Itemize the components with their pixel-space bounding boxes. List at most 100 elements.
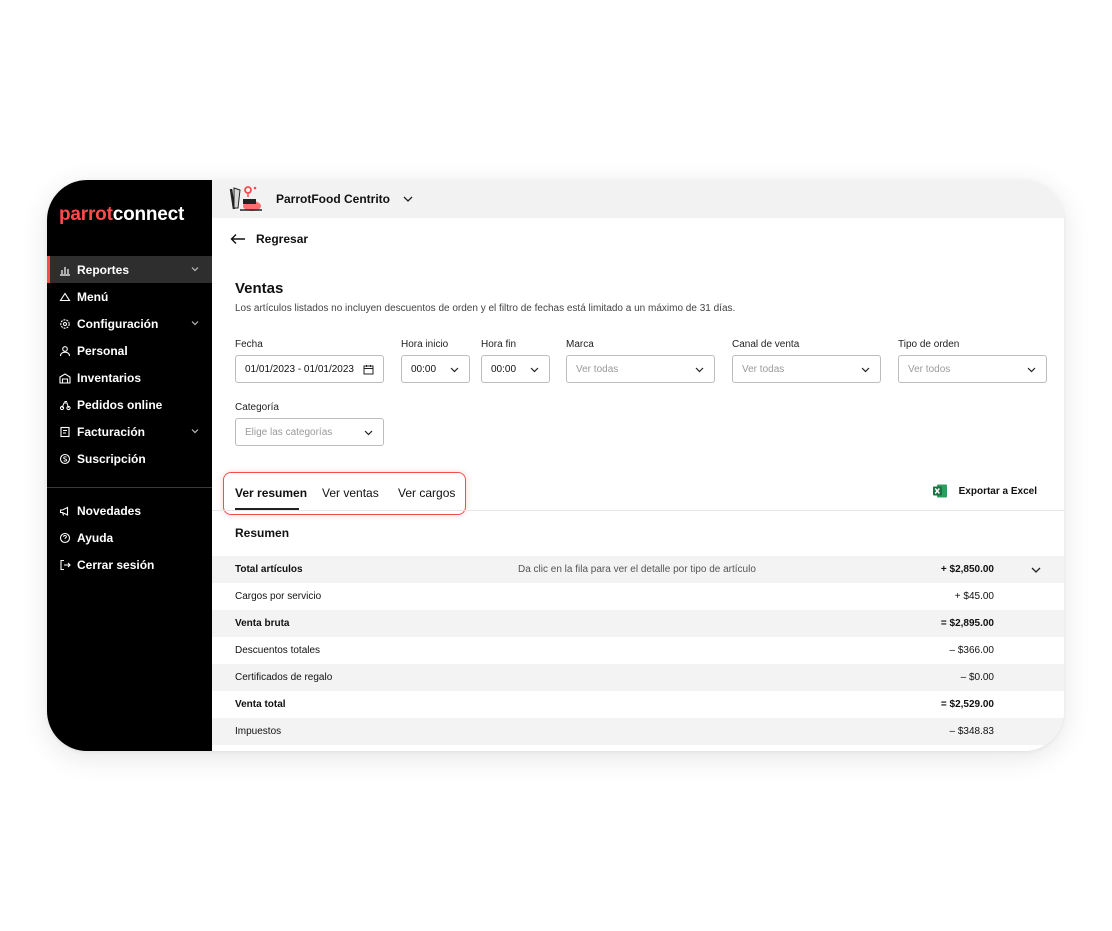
sidebar-item-label: Reportes xyxy=(77,262,130,277)
row-label: Total artículos xyxy=(235,564,303,575)
sidebar-item-ayuda[interactable]: Ayuda xyxy=(47,524,212,551)
hora-fin-label: Hora fin xyxy=(481,339,517,350)
marca-select[interactable]: Ver todas xyxy=(566,355,715,383)
arrow-left-icon xyxy=(230,234,245,244)
megaphone-icon xyxy=(59,505,71,517)
tab-ver-resumen[interactable]: Ver resumen xyxy=(235,486,307,500)
row-value: = $2,529.00 xyxy=(940,699,994,710)
sidebar-item-suscripcion[interactable]: Suscripción xyxy=(47,445,212,472)
row-label: Venta bruta xyxy=(235,618,290,629)
summary-row-impuestos: Impuestos – $348.83 xyxy=(212,718,1064,745)
tipo-orden-placeholder: Ver todos xyxy=(908,363,951,375)
summary-row-cargos-servicio: Cargos por servicio + $45.00 xyxy=(212,583,1064,610)
invoice-icon xyxy=(59,426,71,438)
date-range-picker[interactable]: 01/01/2023 - 01/01/2023 xyxy=(235,355,384,383)
sidebar-item-label: Facturación xyxy=(77,424,146,439)
tab-ver-ventas[interactable]: Ver ventas xyxy=(322,486,379,500)
parrotconnect-logo[interactable]: parrotconnect xyxy=(59,204,184,226)
logo-part-connect: connect xyxy=(112,204,185,225)
chevron-down-icon[interactable] xyxy=(190,426,200,436)
sidebar-item-personal[interactable]: Personal xyxy=(47,337,212,364)
export-excel-button[interactable]: Exportar a Excel xyxy=(932,483,1037,499)
excel-icon xyxy=(932,484,947,498)
hora-inicio-label: Hora inicio xyxy=(401,339,449,350)
sidebar-item-label: Cerrar sesión xyxy=(77,557,155,572)
tipo-orden-label: Tipo de orden xyxy=(898,339,960,350)
sidebar-item-novedades[interactable]: Novedades xyxy=(47,497,212,524)
chevron-down-icon xyxy=(530,367,539,373)
chart-icon xyxy=(59,264,71,276)
row-label: Cargos por servicio xyxy=(235,591,322,602)
hora-fin-select[interactable]: 00:00 xyxy=(481,355,550,383)
chevron-down-icon xyxy=(1027,367,1036,373)
chevron-down-icon xyxy=(364,430,373,436)
logout-icon xyxy=(59,559,71,571)
chevron-down-icon[interactable] xyxy=(1030,564,1042,576)
canal-label: Canal de venta xyxy=(732,339,800,350)
home-icon xyxy=(59,291,71,303)
main-content: ParrotFood Centrito Regresar Ventas Los … xyxy=(212,180,1064,751)
chevron-down-icon[interactable] xyxy=(190,264,200,274)
chevron-down-icon xyxy=(450,367,459,373)
sidebar-nav: Reportes Menú Configuración Personal Inv… xyxy=(47,256,212,472)
row-value: – $0.00 xyxy=(960,672,994,683)
back-button[interactable]: Regresar xyxy=(230,232,308,246)
sidebar-item-inventarios[interactable]: Inventarios xyxy=(47,364,212,391)
calendar-icon xyxy=(363,365,374,375)
store-name[interactable]: ParrotFood Centrito xyxy=(276,192,390,206)
sidebar-item-pedidos-online[interactable]: Pedidos online xyxy=(47,391,212,418)
sidebar-item-label: Inventarios xyxy=(77,370,142,385)
tabs-divider xyxy=(212,510,1064,511)
summary-row-venta-total: Venta total = $2,529.00 xyxy=(212,691,1064,718)
row-label: Venta total xyxy=(235,699,286,710)
row-hint: Da clic en la fila para ver el detalle p… xyxy=(518,564,756,575)
row-label: Descuentos totales xyxy=(235,645,321,656)
sidebar-item-label: Suscripción xyxy=(77,451,146,466)
tipo-orden-select[interactable]: Ver todos xyxy=(898,355,1047,383)
export-excel-label: Exportar a Excel xyxy=(958,485,1037,497)
sidebar-item-reportes[interactable]: Reportes xyxy=(47,256,212,283)
chevron-down-icon[interactable] xyxy=(190,318,200,328)
page-title: Ventas xyxy=(235,280,284,297)
categoria-placeholder: Elige las categorías xyxy=(245,426,333,438)
chevron-down-icon xyxy=(861,367,870,373)
help-icon xyxy=(59,532,71,544)
hora-fin-value: 00:00 xyxy=(491,363,517,375)
sidebar-item-menu[interactable]: Menú xyxy=(47,283,212,310)
store-logo-icon xyxy=(228,184,264,214)
sidebar: parrotconnect Reportes Menú Configuració… xyxy=(47,180,212,751)
back-label: Regresar xyxy=(256,232,309,246)
sidebar-item-label: Novedades xyxy=(77,503,142,518)
delivery-icon xyxy=(59,399,71,411)
sidebar-item-facturacion[interactable]: Facturación xyxy=(47,418,212,445)
summary-row-certificados: Certificados de regalo – $0.00 xyxy=(212,664,1064,691)
gear-icon xyxy=(59,318,71,330)
summary-title: Resumen xyxy=(235,526,290,540)
row-value: + $2,850.00 xyxy=(940,564,994,575)
sidebar-item-cerrar-sesion[interactable]: Cerrar sesión xyxy=(47,551,212,578)
chevron-down-icon[interactable] xyxy=(402,193,414,205)
canal-placeholder: Ver todas xyxy=(742,363,785,375)
tab-ver-cargos[interactable]: Ver cargos xyxy=(398,486,455,500)
date-range-value: 01/01/2023 - 01/01/2023 xyxy=(245,363,354,375)
summary-table: Total artículos Da clic en la fila para … xyxy=(212,556,1064,745)
fecha-label: Fecha xyxy=(235,339,263,350)
categoria-label: Categoría xyxy=(235,402,279,413)
logo-part-parrot: parrot xyxy=(59,204,113,225)
page-subtitle: Los artículos listados no incluyen descu… xyxy=(235,303,736,314)
row-value: + $45.00 xyxy=(954,591,994,602)
summary-row-total-articulos[interactable]: Total artículos Da clic en la fila para … xyxy=(212,556,1064,583)
canal-select[interactable]: Ver todas xyxy=(732,355,881,383)
sidebar-divider xyxy=(47,487,212,488)
summary-row-venta-bruta: Venta bruta = $2,895.00 xyxy=(212,610,1064,637)
categoria-select[interactable]: Elige las categorías xyxy=(235,418,384,446)
sidebar-item-label: Personal xyxy=(77,343,128,358)
sidebar-item-configuracion[interactable]: Configuración xyxy=(47,310,212,337)
chevron-down-icon xyxy=(695,367,704,373)
user-icon xyxy=(59,345,71,357)
sidebar-item-label: Configuración xyxy=(77,316,159,331)
hora-inicio-select[interactable]: 00:00 xyxy=(401,355,470,383)
sidebar-item-label: Menú xyxy=(77,289,109,304)
subscription-icon xyxy=(59,453,71,465)
row-value: – $366.00 xyxy=(949,645,995,656)
